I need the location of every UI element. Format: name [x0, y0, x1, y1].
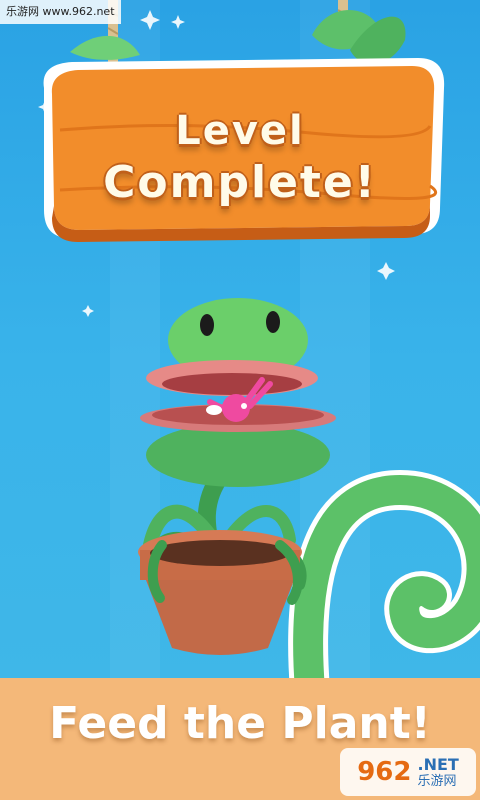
flower-pot — [138, 530, 303, 655]
caption-text: Feed the Plant! — [49, 698, 431, 749]
site-badge: 962 .NET 乐游网 — [340, 748, 476, 796]
title-line-2: Complete! — [103, 157, 377, 208]
badge-cn: 乐游网 — [417, 773, 457, 789]
title-line-1: Level — [175, 108, 305, 154]
badge-number: 962 — [357, 757, 412, 787]
watermark-top: 乐游网 www.962.net — [0, 0, 121, 24]
badge-net: .NET — [417, 754, 459, 774]
badge-text: .NET 乐游网 — [417, 754, 459, 789]
level-complete-title: Level Complete! — [40, 78, 440, 238]
